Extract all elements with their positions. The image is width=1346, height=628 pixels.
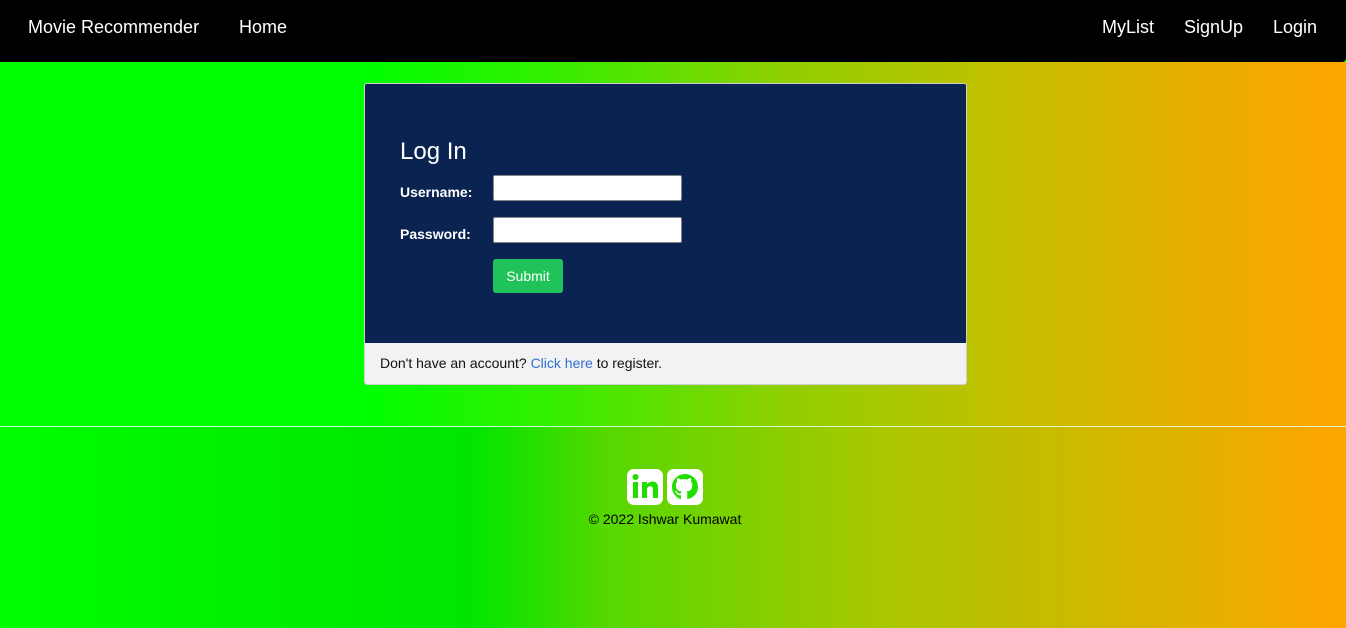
password-input[interactable] (493, 217, 682, 243)
navbar: Movie Recommender Home MyList SignUp Log… (0, 0, 1346, 62)
nav-mylist[interactable]: MyList (1102, 16, 1154, 38)
nav-home[interactable]: Home (239, 16, 287, 38)
register-link[interactable]: Click here (531, 355, 593, 371)
username-label: Username: (400, 184, 473, 200)
login-title: Log In (400, 138, 467, 165)
register-prompt: Don't have an account? Click here to reg… (365, 343, 966, 384)
github-icon[interactable] (667, 469, 703, 505)
register-suffix: to register. (596, 355, 663, 371)
brand-link[interactable]: Movie Recommender (28, 16, 199, 38)
submit-button[interactable]: Submit (493, 259, 563, 293)
login-card: Log In Username: Password: Submit Don't … (364, 83, 967, 385)
nav-login[interactable]: Login (1273, 16, 1317, 38)
linkedin-icon[interactable] (627, 469, 663, 505)
footer-divider (0, 426, 1346, 427)
social-links (627, 469, 704, 505)
password-label: Password: (400, 226, 471, 242)
username-input[interactable] (493, 175, 682, 201)
copyright-text: © 2022 Ishwar Kumawat (588, 511, 742, 527)
nav-signup[interactable]: SignUp (1184, 16, 1243, 38)
login-card-body: Log In Username: Password: Submit (365, 84, 966, 343)
register-prefix: Don't have an account? (380, 355, 527, 371)
